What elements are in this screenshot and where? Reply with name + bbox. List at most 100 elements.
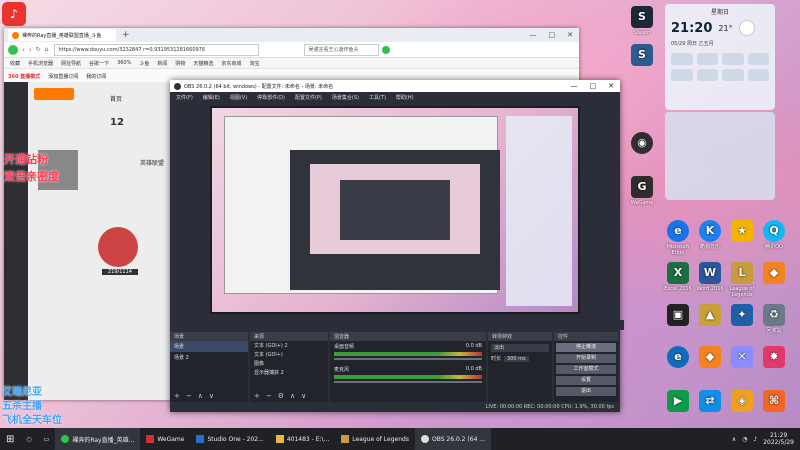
widget-button-8[interactable] bbox=[747, 69, 769, 81]
forward-icon[interactable]: › bbox=[29, 46, 32, 54]
taskbar-item-studio-one[interactable]: Studio One - 202... bbox=[190, 428, 269, 450]
settings-button[interactable]: 设置 bbox=[556, 376, 616, 385]
taskbar-item-folder[interactable]: 401483 - E:\... bbox=[270, 428, 335, 450]
bookmark-item[interactable]: 手机浏览器 bbox=[28, 60, 53, 67]
remove-source-icon[interactable]: − bbox=[266, 392, 272, 400]
source-item[interactable]: 文本 (GDI+) bbox=[250, 350, 328, 359]
desktop-shortcut-steam[interactable]: S Steam bbox=[624, 6, 660, 36]
minimize-icon[interactable]: — bbox=[571, 82, 578, 90]
bookmark-item[interactable]: 淘宝 bbox=[249, 60, 259, 67]
bookmark-item[interactable]: 收藏 bbox=[10, 60, 20, 67]
minimize-icon[interactable]: — bbox=[530, 31, 537, 39]
desktop-shortcut-app3[interactable]: ▣ bbox=[660, 304, 696, 328]
obs-preview[interactable] bbox=[210, 106, 580, 314]
exit-button[interactable]: 退出 bbox=[556, 387, 616, 396]
menu-docks[interactable]: 停靠部件(D) bbox=[257, 94, 285, 101]
browser-tab[interactable]: 裸奔的Ray直播_英雄联盟直播_斗鱼 bbox=[8, 29, 116, 41]
bookmark-item[interactable]: 天猫精选 bbox=[193, 60, 213, 67]
desktop-shortcut-kugou[interactable]: K 酷狗音乐 bbox=[692, 220, 728, 250]
desktop-shortcut-app6[interactable]: ◆ bbox=[692, 346, 728, 370]
obs-window[interactable]: OBS 26.0.2 (64 bit, windows) - 配置文件: 未命名… bbox=[170, 80, 624, 412]
volume-slider[interactable] bbox=[334, 381, 482, 383]
start-recording-button[interactable]: 开始录制 bbox=[556, 354, 616, 363]
widget-button-5[interactable] bbox=[671, 69, 693, 81]
move-down-icon[interactable]: ∨ bbox=[209, 392, 214, 400]
duration-input[interactable]: 300 ms bbox=[504, 355, 529, 362]
desktop-shortcut-app4[interactable]: ▲ bbox=[692, 304, 728, 328]
bookmark-item[interactable]: 新闻 bbox=[157, 60, 167, 67]
desktop-shortcut-obs[interactable]: ◉ bbox=[624, 132, 660, 156]
desktop-shortcut-steam2[interactable]: S bbox=[624, 44, 660, 68]
home-icon[interactable]: ⌂ bbox=[45, 46, 49, 53]
search-icon[interactable] bbox=[382, 45, 391, 54]
maximize-icon[interactable]: □ bbox=[549, 31, 556, 39]
volume-icon[interactable]: ♪ bbox=[753, 436, 757, 443]
transition-select[interactable]: 淡出 bbox=[491, 344, 549, 352]
desktop-shortcut-app10[interactable]: ◈ bbox=[724, 390, 760, 414]
taskbar-clock[interactable]: 21:29 2022/5/29 bbox=[763, 432, 794, 446]
widget-button-7[interactable] bbox=[722, 69, 744, 81]
move-up-icon[interactable]: ∧ bbox=[198, 392, 203, 400]
bookmark-item[interactable]: 京东商城 bbox=[221, 60, 241, 67]
network-icon[interactable]: ◔ bbox=[742, 436, 747, 443]
desktop-shortcut-teamviewer[interactable]: ⇄ bbox=[692, 390, 728, 414]
menu-help[interactable]: 帮助(H) bbox=[396, 94, 414, 101]
desktop-shortcut-edge[interactable]: e Microsoft Edge bbox=[660, 220, 696, 256]
new-tab-button[interactable]: + bbox=[122, 30, 130, 40]
bookmark-item[interactable]: 网址导航 bbox=[61, 60, 81, 67]
menu-file[interactable]: 文件(F) bbox=[176, 94, 193, 101]
desktop-shortcut-recycle[interactable]: ♻ 回收站 bbox=[756, 304, 792, 334]
task-view-icon[interactable]: ▭ bbox=[38, 428, 56, 450]
desktop-shortcut-qq[interactable]: Q 腾讯QQ bbox=[756, 220, 792, 250]
bookmark-item[interactable]: 谷歌一下 bbox=[89, 60, 109, 67]
url-input[interactable]: https://www.douyu.com/3232847 r=0.931953… bbox=[54, 43, 260, 56]
menu-tools[interactable]: 工具(T) bbox=[369, 94, 386, 101]
move-up-icon[interactable]: ∧ bbox=[290, 392, 295, 400]
bookmark-item[interactable]: 斗鱼 bbox=[139, 60, 149, 67]
desktop-shortcut-app8[interactable]: ✸ bbox=[756, 346, 792, 370]
desktop-shortcut-wegame[interactable]: G WeGame bbox=[624, 176, 660, 206]
scene-item[interactable]: 场景 2 bbox=[170, 352, 248, 363]
desktop-shortcut-app5[interactable]: ✦ bbox=[724, 304, 760, 328]
widget-button-3[interactable] bbox=[722, 53, 744, 65]
menu-profile[interactable]: 配置文件(P) bbox=[295, 94, 322, 101]
bookmark-item[interactable]: 360% bbox=[117, 60, 131, 66]
netease-music-icon[interactable]: ♪ bbox=[2, 2, 26, 26]
add-source-icon[interactable]: + bbox=[254, 392, 260, 400]
back-icon[interactable]: ‹ bbox=[22, 46, 25, 54]
taskbar-item-wegame[interactable]: WeGame bbox=[140, 428, 190, 450]
volume-slider[interactable] bbox=[334, 358, 482, 360]
menu-edit[interactable]: 编辑(E) bbox=[203, 94, 220, 101]
refresh-icon[interactable]: ↻ bbox=[36, 46, 41, 53]
move-down-icon[interactable]: ∨ bbox=[301, 392, 306, 400]
widget-button-2[interactable] bbox=[696, 53, 718, 65]
desktop-shortcut-app11[interactable]: ⌘ bbox=[756, 390, 792, 414]
nav-home[interactable]: 首页 bbox=[110, 94, 170, 103]
search-icon[interactable]: ○ bbox=[20, 428, 37, 450]
bookmark-item[interactable]: 购物 bbox=[175, 60, 185, 67]
search-input[interactable]: 吴谨言看王心凌炸鱼头 bbox=[304, 43, 380, 56]
desktop-shortcut-lol[interactable]: L League of Legends bbox=[724, 262, 760, 298]
desktop-shortcut-excel[interactable]: X Excel 2016 bbox=[660, 262, 696, 292]
desktop-shortcut-edge2[interactable]: e bbox=[660, 346, 696, 370]
menu-scene-collection[interactable]: 场景集合(S) bbox=[332, 94, 359, 101]
taskbar-item-obs[interactable]: OBS 26.0.2 (64 ... bbox=[414, 428, 492, 450]
studio-mode-button[interactable]: 工作室模式 bbox=[556, 365, 616, 374]
menu-view[interactable]: 视图(V) bbox=[230, 94, 247, 101]
live-mode-label[interactable]: 360 直播模式 bbox=[8, 73, 40, 80]
widget-button-4[interactable] bbox=[747, 53, 769, 65]
my-subscription-link[interactable]: 我的订阅 bbox=[86, 73, 106, 80]
tray-chevron-icon[interactable]: ∧ bbox=[732, 436, 736, 443]
scene-item[interactable]: 场景 bbox=[170, 341, 248, 352]
source-item[interactable]: 显示器捕获 2 bbox=[250, 368, 328, 377]
remove-scene-icon[interactable]: − bbox=[186, 392, 192, 400]
desktop-shortcut-word[interactable]: W Word 2016 bbox=[692, 262, 728, 292]
widget-button-1[interactable] bbox=[671, 53, 693, 65]
close-icon[interactable]: ✕ bbox=[567, 31, 573, 39]
gear-icon[interactable]: ⚙ bbox=[278, 392, 284, 400]
source-item[interactable]: 图像 bbox=[250, 359, 328, 368]
close-icon[interactable]: ✕ bbox=[608, 82, 614, 90]
desktop-shortcut-app9[interactable]: ▶ bbox=[660, 390, 696, 414]
add-subscription-link[interactable]: 添加直播订阅 bbox=[48, 73, 78, 80]
desktop-shortcut-app7[interactable]: ✕ bbox=[724, 346, 760, 370]
